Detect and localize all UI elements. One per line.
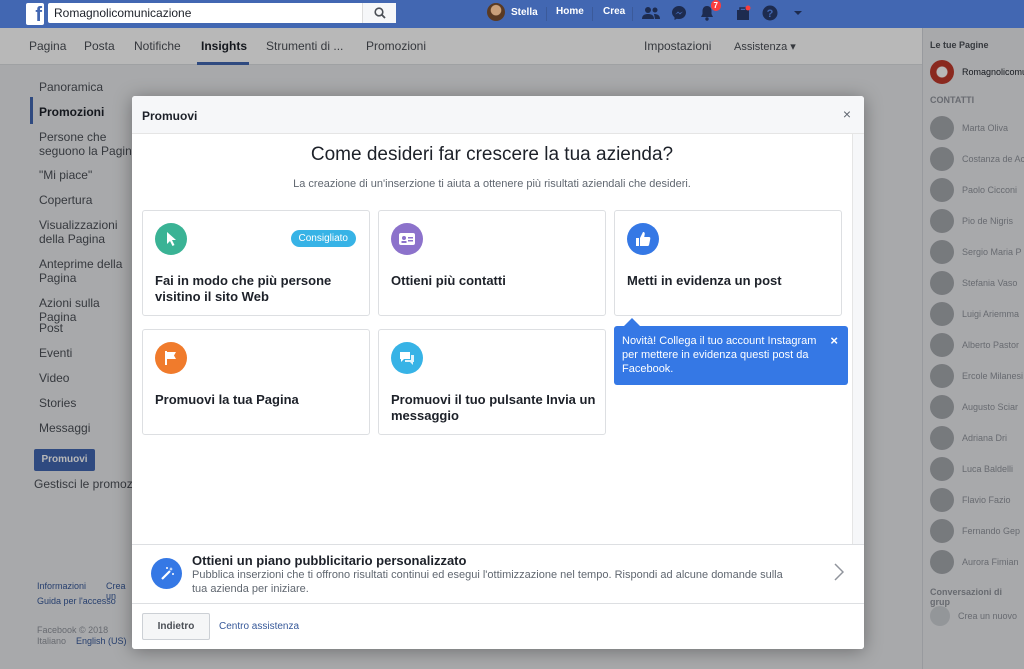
close-icon[interactable]: × [840, 107, 854, 121]
profile-link[interactable]: Stella [487, 3, 538, 21]
facebook-logo-icon[interactable]: f [26, 3, 44, 25]
contact-card-icon [391, 223, 423, 255]
home-link[interactable]: Home [556, 6, 584, 17]
scrollbar[interactable] [852, 134, 864, 544]
user-name: Stella [511, 6, 538, 18]
instagram-tooltip: Novità! Collega il tuo account Instagram… [614, 318, 848, 385]
thumbs-up-icon [627, 223, 659, 255]
goal-card-label: Fai in modo che più persone visitino il … [155, 273, 332, 304]
dialog-subheading: La creazione di un'inserzione ti aiuta a… [293, 178, 691, 190]
ad-plan-description: Pubblica inserzioni che ti offrono risul… [192, 569, 783, 595]
divider [632, 7, 633, 21]
goal-card-label: Metti in evidenza un post [627, 273, 782, 288]
svg-text:?: ? [767, 8, 774, 20]
dialog-heading: Come desideri far crescere la tua aziend… [310, 144, 674, 165]
avatar [487, 3, 505, 21]
messenger-icon[interactable] [669, 3, 689, 23]
search-box [48, 3, 396, 23]
cursor-icon [155, 223, 187, 255]
help-icon[interactable]: ? [760, 3, 780, 23]
search-icon [373, 7, 386, 19]
dialog-title: Promuovi [142, 109, 198, 123]
goal-card-send-message[interactable]: Promuovi il tuo pulsante Invia un messag… [378, 329, 606, 435]
tooltip-text: Novità! Collega il tuo account Instagram… [622, 335, 817, 375]
dialog-footer: Indietro Centro assistenza [132, 603, 864, 649]
divider [592, 7, 593, 21]
friends-icon[interactable] [641, 3, 661, 23]
search-input[interactable] [48, 3, 358, 23]
magic-wand-icon [151, 558, 182, 589]
ad-plan-title: Ottieni un piano pubblicitario personali… [192, 553, 467, 568]
goal-card-website-visits[interactable]: Consigliato Fai in modo che più persone … [142, 210, 370, 316]
goal-card-promote-page[interactable]: Promuovi la tua Pagina [142, 329, 370, 435]
back-button[interactable]: Indietro [142, 613, 210, 640]
page-notifications-icon[interactable] [733, 3, 753, 23]
ad-plan-row[interactable]: Ottieni un piano pubblicitario personali… [132, 544, 864, 603]
message-icon [391, 342, 423, 374]
chevron-down-icon[interactable] [788, 3, 808, 23]
close-icon[interactable]: × [830, 334, 838, 348]
recommended-badge: Consigliato [290, 230, 356, 247]
dialog-header: Promuovi × [132, 96, 864, 134]
promote-dialog: Promuovi × Come desideri far crescere la… [132, 96, 864, 649]
create-link[interactable]: Crea [603, 6, 625, 17]
goal-card-leads[interactable]: Ottieni più contatti [378, 210, 606, 316]
goal-card-label: Ottieni più contatti [391, 273, 506, 288]
flag-icon [155, 342, 187, 374]
help-center-link[interactable]: Centro assistenza [219, 621, 299, 632]
goal-card-label: Promuovi la tua Pagina [155, 392, 299, 407]
notification-badge: 7 [710, 0, 721, 11]
chevron-right-icon[interactable] [834, 563, 845, 584]
divider [546, 7, 547, 21]
notifications-icon[interactable]: 7 [697, 0, 721, 23]
search-button[interactable] [362, 3, 396, 23]
top-bar: f Stella Home Crea 7 ? [0, 0, 1024, 28]
goal-card-label: Promuovi il tuo pulsante Invia un messag… [391, 392, 596, 423]
goal-card-boost-post[interactable]: Metti in evidenza un post [614, 210, 842, 316]
